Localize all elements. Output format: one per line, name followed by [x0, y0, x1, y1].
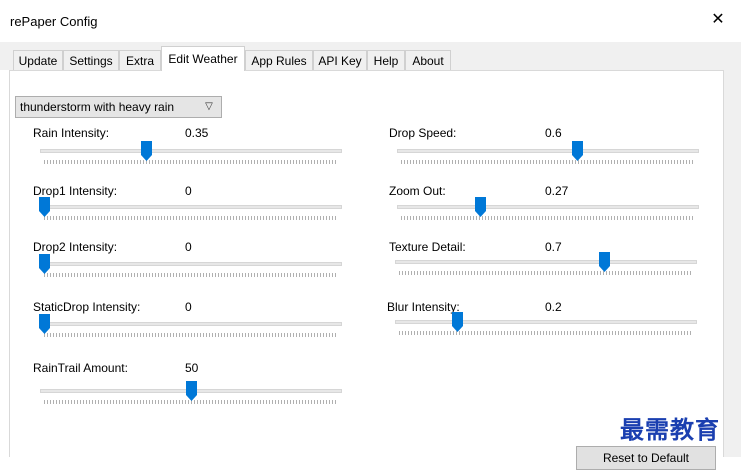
raintrail-amount-label: RainTrail Amount: — [33, 361, 128, 375]
raintrail-amount-value: 50 — [185, 361, 199, 375]
close-icon[interactable]: ✕ — [708, 10, 728, 30]
tab-app-rules[interactable]: App Rules — [245, 50, 313, 70]
reset-to-default-button[interactable]: Reset to Default — [576, 446, 716, 470]
rain-intensity-value: 0.35 — [185, 126, 209, 140]
tab-settings[interactable]: Settings — [63, 50, 119, 70]
zoom-out-value: 0.27 — [545, 184, 569, 198]
drop2-intensity-value: 0 — [185, 240, 192, 254]
tab-api-key[interactable]: API Key — [313, 50, 367, 70]
tab-edit-weather[interactable]: Edit Weather — [161, 46, 245, 71]
tab-update[interactable]: Update — [13, 50, 63, 70]
rain-intensity-track[interactable] — [40, 149, 342, 153]
rain-intensity-thumb[interactable] — [141, 141, 153, 161]
drop-speed-value: 0.6 — [545, 126, 562, 140]
blur-intensity-ticks — [399, 331, 693, 335]
drop2-intensity-thumb[interactable] — [38, 254, 50, 274]
drop1-intensity-value: 0 — [185, 184, 192, 198]
zoom-out-label: Zoom Out: — [389, 184, 446, 198]
drop2-intensity-track[interactable] — [40, 262, 342, 266]
texture-detail-ticks — [399, 271, 693, 275]
weather-type-value: thunderstorm with heavy rain — [20, 100, 175, 114]
staticdrop-intensity-thumb[interactable] — [38, 314, 50, 334]
drop2-intensity-label: Drop2 Intensity: — [33, 240, 118, 254]
tab-extra[interactable]: Extra — [119, 50, 161, 70]
texture-detail-value: 0.7 — [545, 240, 562, 254]
staticdrop-intensity-track[interactable] — [40, 322, 342, 326]
blur-intensity-label: Blur Intensity: — [387, 300, 460, 314]
drop2-intensity-ticks — [44, 273, 338, 277]
blur-intensity-track[interactable] — [395, 320, 697, 324]
blur-intensity-value: 0.2 — [545, 300, 562, 314]
texture-detail-label: Texture Detail: — [389, 240, 466, 254]
drop1-intensity-ticks — [44, 216, 338, 220]
drop-speed-ticks — [401, 160, 695, 164]
texture-detail-track[interactable] — [395, 260, 697, 264]
drop-speed-label: Drop Speed: — [389, 126, 457, 140]
title-bar — [0, 0, 741, 42]
zoom-out-ticks — [401, 216, 695, 220]
drop-speed-thumb[interactable] — [571, 141, 583, 161]
drop1-intensity-thumb[interactable] — [38, 197, 50, 217]
zoom-out-thumb[interactable] — [474, 197, 486, 217]
drop1-intensity-track[interactable] — [40, 205, 342, 209]
blur-intensity-thumb[interactable] — [452, 312, 464, 332]
rain-intensity-ticks — [44, 160, 338, 164]
zoom-out-track[interactable] — [397, 205, 699, 209]
window-edge — [724, 70, 741, 457]
raintrail-amount-thumb[interactable] — [185, 381, 197, 401]
chevron-down-icon[interactable]: ▽ — [200, 96, 218, 118]
texture-detail-thumb[interactable] — [599, 252, 611, 272]
drop-speed-track[interactable] — [397, 149, 699, 153]
tab-about[interactable]: About — [405, 50, 451, 70]
staticdrop-intensity-label: StaticDrop Intensity: — [33, 300, 141, 314]
window-title: rePaper Config — [10, 14, 98, 29]
staticdrop-intensity-value: 0 — [185, 300, 192, 314]
staticdrop-intensity-ticks — [44, 333, 338, 337]
tab-help[interactable]: Help — [367, 50, 405, 70]
drop1-intensity-label: Drop1 Intensity: — [33, 184, 118, 198]
watermark-logo: 最需教育 — [620, 415, 720, 444]
rain-intensity-label: Rain Intensity: — [33, 126, 110, 140]
